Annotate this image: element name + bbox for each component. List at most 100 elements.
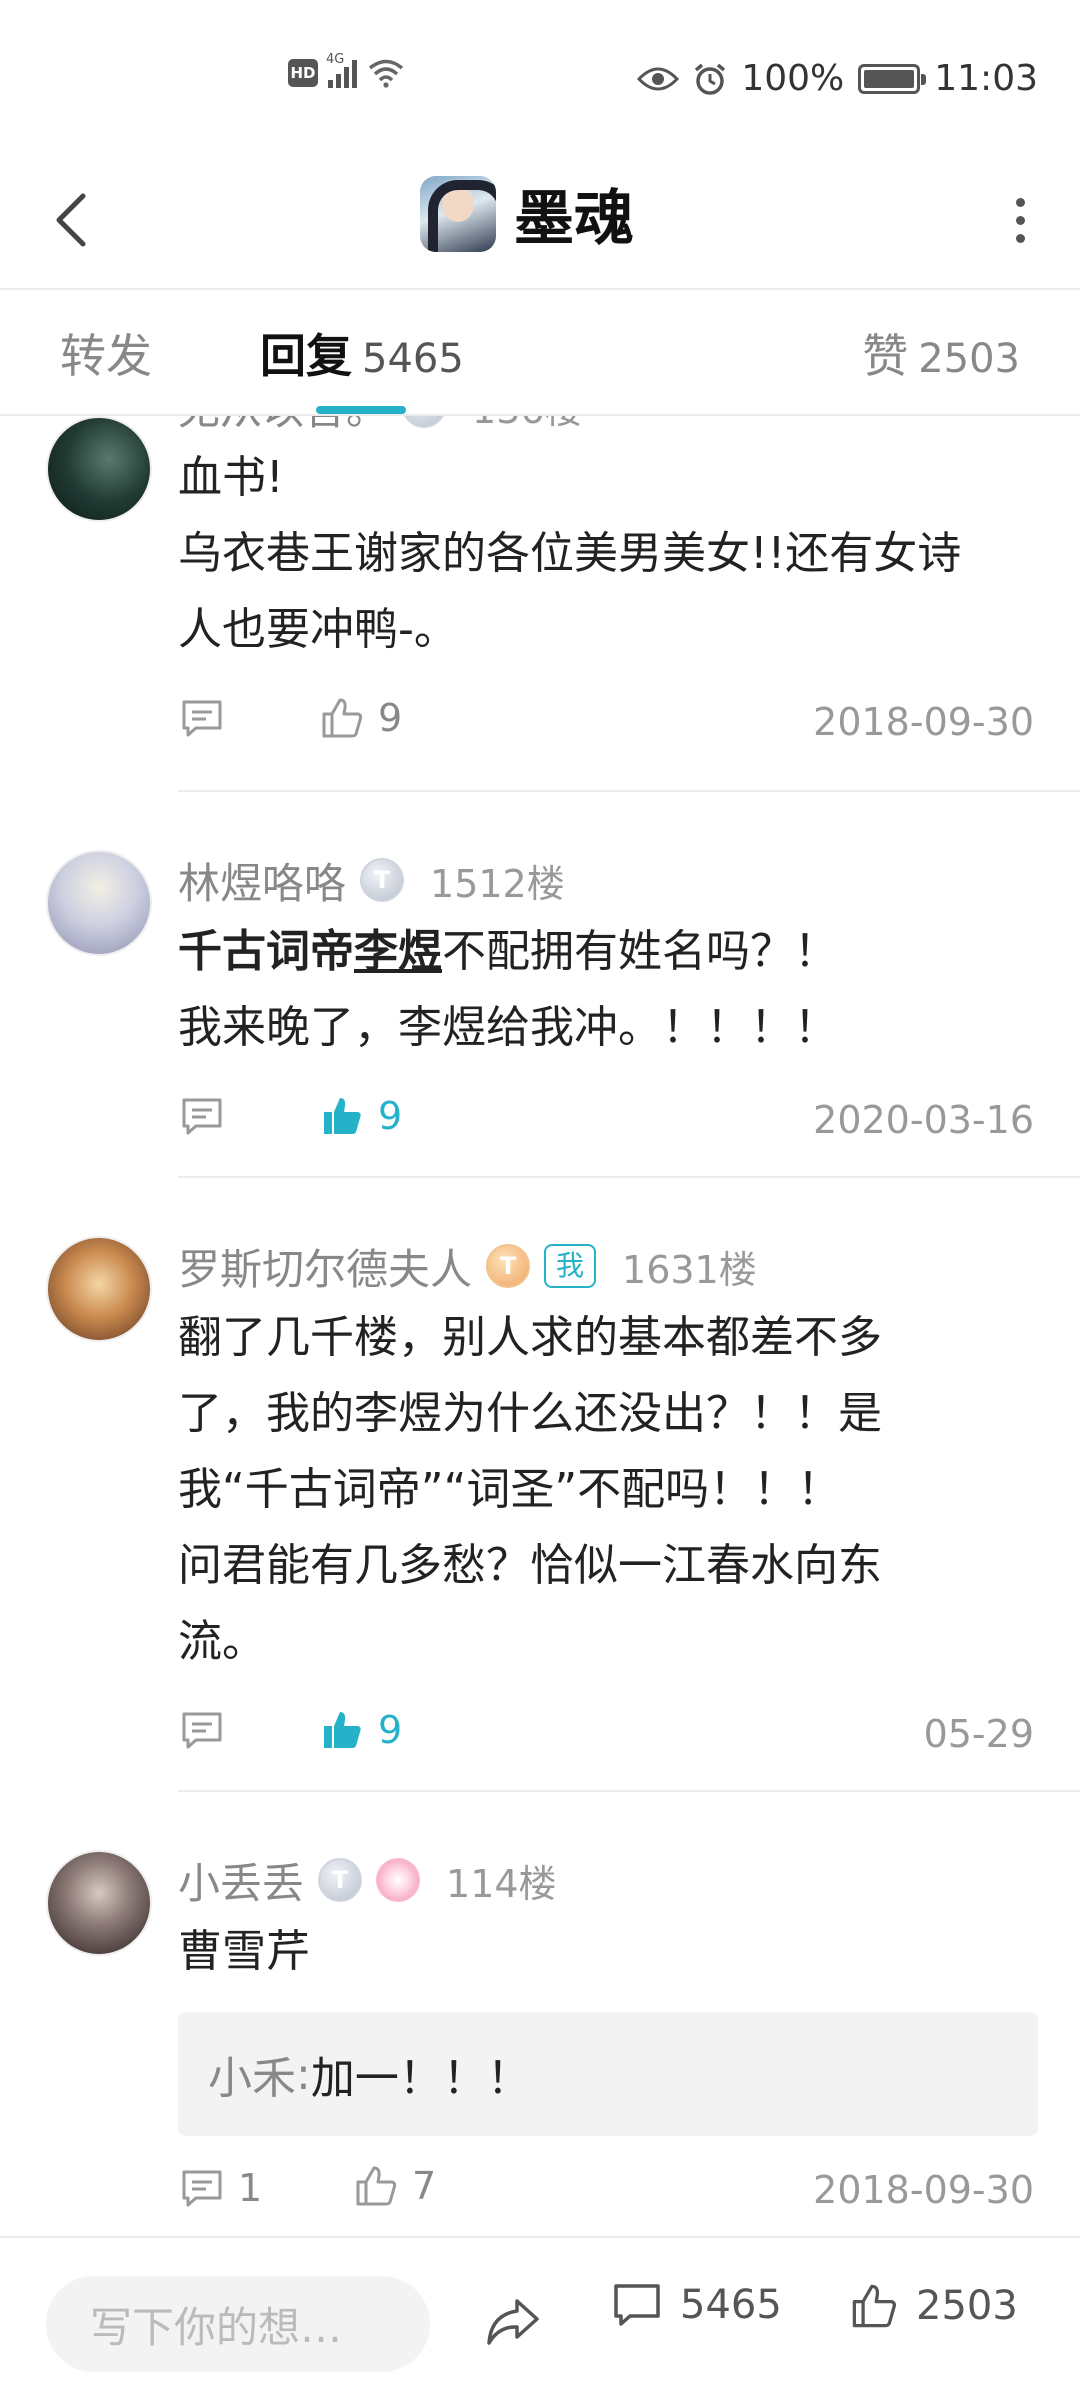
tab-reply[interactable]: 回复 5465 — [260, 320, 464, 386]
comment-header: 小丢丢 T 114楼 — [178, 1850, 1038, 1910]
active-tab-indicator — [316, 406, 406, 414]
bold-text: 千古词帝 — [178, 926, 354, 977]
level-badge-icon: T — [360, 858, 405, 902]
divider — [178, 1176, 1080, 1178]
thumbs-up-filled-icon — [324, 1098, 361, 1134]
comment-date: 2020-03-16 — [813, 1098, 1034, 1142]
like-button[interactable]: 7 — [354, 2164, 436, 2208]
like-count: 9 — [378, 696, 403, 740]
line-text: 不配拥有姓名吗？！ — [442, 926, 838, 977]
clock: 11:03 — [934, 58, 1038, 99]
alarm-icon — [695, 63, 726, 95]
level-badge-icon: T — [486, 1244, 531, 1288]
divider — [178, 790, 1080, 792]
more-vertical-icon — [1015, 197, 1025, 207]
reply-button[interactable] — [180, 698, 224, 738]
floor-number: 1512楼 — [430, 861, 565, 906]
eye-icon — [637, 67, 680, 90]
reply-preview[interactable]: 小禾 : 加一！！！ — [178, 2012, 1038, 2136]
comment-list[interactable]: 无从以言。 T 136楼 血书! 乌衣巷王谢家的各位美男美女!!还有女诗 人也要… — [0, 416, 1080, 2236]
level-badge-icon: T — [318, 1858, 363, 1902]
share-button[interactable] — [478, 2282, 548, 2362]
reply-separator: : — [296, 2048, 311, 2100]
comment-line: 人也要冲鸭-。 — [178, 604, 458, 655]
comment-text: 翻了几千楼，别人求的基本都差不多 了，我的李煜为什么还没出？！！是 我“千古词帝… — [178, 1300, 1038, 1680]
reply-text: 加一！！！ — [310, 2053, 531, 2104]
comment-header: 罗斯切尔德夫人 T 我 1631楼 — [178, 1236, 1038, 1296]
battery-icon — [858, 63, 927, 94]
reply-button[interactable] — [180, 1710, 224, 1750]
floor-number: 136楼 — [472, 416, 583, 434]
battery-percent: 100% — [741, 58, 845, 99]
tab-like-count: 2503 — [918, 336, 1020, 382]
like-button[interactable]: 9 — [320, 1094, 402, 1138]
like-post-button[interactable]: 2503 — [850, 2282, 1018, 2330]
like-count: 9 — [378, 1094, 403, 1138]
thumbs-up-icon — [852, 2284, 896, 2328]
comment-actions: 1 7 2018-09-30 — [178, 2146, 1038, 2236]
bottom-bar: 写下你的想… 5465 2503 — [0, 2236, 1080, 2400]
tab-forward[interactable]: 转发 — [60, 320, 152, 386]
thumbs-up-filled-icon — [324, 1712, 361, 1748]
comment-line: 翻了几千楼，别人求的基本都差不多 — [178, 1312, 882, 1363]
comment-line: 曹雪芹 — [178, 1926, 310, 1977]
comment-actions: 9 2020-03-16 — [178, 1076, 1038, 1166]
comments-button[interactable]: 5465 — [612, 2282, 782, 2328]
topic-header[interactable]: 墨魂 — [420, 170, 634, 257]
me-badge: 我 — [544, 1244, 597, 1288]
comment-actions: 9 05-29 — [178, 1690, 1038, 1780]
reply-count: 1 — [238, 2166, 263, 2210]
compose-input[interactable]: 写下你的想… — [46, 2276, 430, 2372]
comment-text: 千古词帝李煜不配拥有姓名吗？！ 我来晚了，李煜给我冲。！！！！ — [178, 914, 1038, 1066]
like-total: 2503 — [916, 2283, 1018, 2329]
flower-badge-icon — [376, 1858, 421, 1902]
comment-actions: 9 2018-09-30 — [178, 678, 1038, 768]
tab-like[interactable]: 赞 2503 — [862, 320, 1020, 386]
share-icon — [487, 2299, 539, 2345]
divider — [178, 1790, 1080, 1792]
tab-forward-label: 转发 — [60, 329, 152, 383]
comment-header: 无从以言。 T 136楼 — [178, 416, 1038, 436]
avatar[interactable] — [46, 1850, 152, 1956]
comment-text: 血书! 乌衣巷王谢家的各位美男美女!!还有女诗 人也要冲鸭-。 — [178, 440, 1038, 668]
chevron-left-icon — [56, 193, 86, 247]
back-button[interactable] — [40, 180, 100, 260]
title-bar: 墨魂 — [0, 150, 1080, 290]
comment-icon — [182, 700, 222, 737]
reply-button[interactable]: 1 — [180, 2166, 262, 2210]
reply-button[interactable] — [180, 1096, 224, 1136]
reply-author[interactable]: 小禾 — [208, 2042, 296, 2106]
username[interactable]: 小丢丢 — [178, 1850, 304, 1911]
like-button[interactable]: 9 — [320, 1708, 402, 1752]
comment-line: 我来晚了，李煜给我冲。！！！！ — [178, 1002, 838, 1053]
comment-date: 2018-09-30 — [813, 700, 1034, 744]
more-options-button[interactable] — [990, 180, 1050, 260]
comment-line: 血书! — [178, 452, 284, 503]
hd-icon: HD — [288, 59, 318, 87]
like-button[interactable]: 9 — [320, 696, 402, 740]
username[interactable]: 林煜咯咯 — [178, 850, 346, 911]
tab-bar: 转发 回复 5465 赞 2503 — [0, 290, 1080, 416]
cellular-signal-icon: 4G — [326, 52, 357, 88]
level-badge-icon: T — [402, 416, 447, 428]
like-count: 9 — [378, 1708, 403, 1752]
page-title: 墨魂 — [514, 184, 634, 254]
wifi-icon — [368, 59, 404, 88]
tab-reply-count: 5465 — [362, 336, 464, 382]
tab-reply-label: 回复 — [260, 329, 352, 383]
comment-line: 千古词帝李煜不配拥有姓名吗？！ — [178, 914, 1038, 990]
comment-line: 流。 — [178, 1616, 266, 1667]
username[interactable]: 罗斯切尔德夫人 — [178, 1236, 472, 1297]
comment-icon — [182, 1098, 222, 1135]
username[interactable]: 无从以言。 — [178, 416, 388, 437]
comment-line: 乌衣巷王谢家的各位美男美女!!还有女诗 — [178, 528, 962, 579]
avatar[interactable] — [46, 1236, 152, 1342]
avatar[interactable] — [46, 850, 152, 956]
avatar[interactable] — [46, 416, 152, 522]
comment-total: 5465 — [680, 2282, 782, 2328]
comment-line: 我“千古词帝”“词圣”不配吗！！！ — [178, 1464, 842, 1515]
comment-text: 曹雪芹 — [178, 1914, 1038, 1990]
compose-placeholder: 写下你的想… — [90, 2302, 343, 2352]
status-left: HD 4G — [288, 52, 405, 88]
status-right: 100% 11:03 — [637, 58, 1038, 99]
